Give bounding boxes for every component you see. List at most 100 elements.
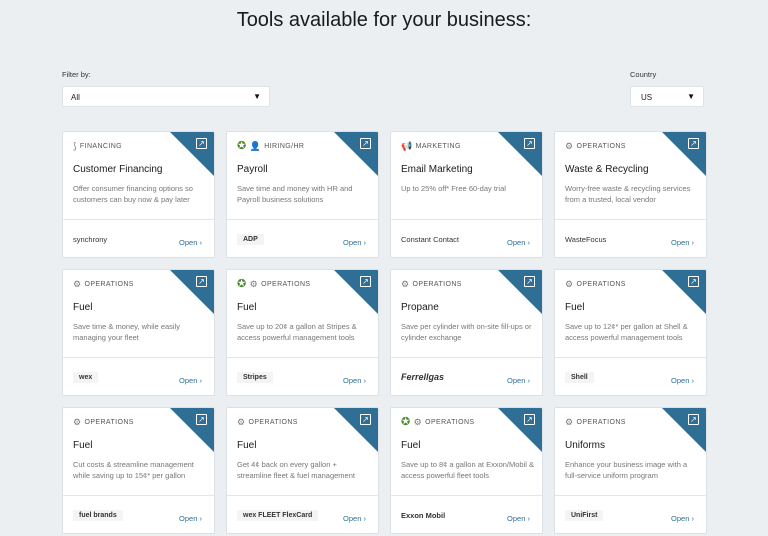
- external-link-icon[interactable]: ↗: [524, 276, 535, 287]
- gears-icon: ⚙: [565, 417, 574, 427]
- card-description: Save up to 12¢* per gallon at Shell & ac…: [565, 322, 688, 342]
- card-title: Fuel: [565, 302, 585, 313]
- country-select[interactable]: US ▼: [630, 86, 704, 107]
- card-category: MARKETING: [415, 142, 461, 150]
- vendor-logo: wex FLEET FlexCard: [237, 504, 319, 526]
- external-link-icon[interactable]: ↗: [688, 138, 699, 149]
- open-link[interactable]: Open ›: [671, 514, 694, 523]
- card-description: Cut costs & streamline management while …: [73, 460, 194, 480]
- external-link-icon[interactable]: ↗: [196, 138, 207, 149]
- card-category: OPERATIONS: [248, 418, 298, 426]
- page-title: Tools available for your business:: [236, 9, 532, 31]
- card-title: Fuel: [237, 440, 257, 451]
- gears-icon: ⚙: [237, 417, 246, 427]
- card-corner: [170, 132, 214, 176]
- tool-card[interactable]: ↗ ⚙ OPERATIONS Fuel Save up to 12¢* per g…: [554, 269, 707, 396]
- gears-icon: ⚙: [413, 417, 423, 427]
- card-corner: [662, 408, 706, 452]
- external-link-icon[interactable]: ↗: [688, 414, 699, 425]
- external-link-icon[interactable]: ↗: [688, 276, 699, 287]
- card-title: Fuel: [73, 302, 93, 313]
- person-add-icon: 👤: [249, 141, 262, 151]
- external-link-icon[interactable]: ↗: [524, 138, 535, 149]
- card-category: OPERATIONS: [84, 418, 134, 426]
- gears-icon: ⚙: [249, 279, 259, 289]
- card-description: Up to 25% off* Free 60-day trial: [401, 184, 506, 193]
- card-description: Offer consumer financing options so cust…: [73, 184, 193, 204]
- card-description: Save time & money, while easily managing…: [73, 322, 180, 342]
- gears-icon: ⚙: [73, 279, 82, 289]
- caret-down-icon: ▼: [253, 92, 261, 101]
- filter-label: Filter by:: [62, 70, 91, 79]
- card-category: OPERATIONS: [576, 280, 626, 288]
- vendor-logo: Shell: [565, 366, 594, 388]
- card-corner: [170, 270, 214, 314]
- card-title: Fuel: [401, 440, 421, 451]
- award-icon: ✪: [237, 278, 247, 290]
- open-link[interactable]: Open ›: [343, 376, 366, 385]
- tool-card[interactable]: ↗ ✪ ⚙ OPERATIONS Fuel Save up to 20¢ a gal…: [226, 269, 379, 396]
- hand-coin-icon: ⟆: [73, 141, 77, 151]
- external-link-icon[interactable]: ↗: [196, 276, 207, 287]
- gears-icon: ⚙: [565, 279, 574, 289]
- filter-select[interactable]: All ▼: [62, 86, 270, 107]
- tool-card[interactable]: ↗ ✪ ⚙ OPERATIONS Fuel Save up to 8¢ a gall…: [390, 407, 543, 534]
- open-link[interactable]: Open ›: [179, 238, 202, 247]
- card-title: Fuel: [237, 302, 257, 313]
- tool-card[interactable]: ↗ ⚙ OPERATIONS Fuel Get 4¢ back on every …: [226, 407, 379, 534]
- external-link-icon[interactable]: ↗: [360, 276, 371, 287]
- card-title: Uniforms: [565, 440, 606, 451]
- tool-card[interactable]: ↗ ⟆ FINANCING Customer Financing Offer co…: [62, 131, 215, 258]
- open-link[interactable]: Open ›: [179, 376, 202, 385]
- open-link[interactable]: Open ›: [671, 376, 694, 385]
- card-title: Customer Financing: [73, 164, 163, 175]
- tool-card[interactable]: ↗ ⚙ OPERATIONS Fuel Save time & money, wh…: [62, 269, 215, 396]
- tool-card[interactable]: ↗ ✪ 👤 HIRING/HR Payroll Save time and mone…: [226, 131, 379, 258]
- card-title: Waste & Recycling: [565, 164, 649, 175]
- vendor-logo: Ferrellgas: [401, 372, 445, 382]
- tool-card[interactable]: ↗ ⚙ OPERATIONS Propane Save per cylinder …: [390, 269, 543, 396]
- card-corner: [498, 132, 542, 176]
- open-link[interactable]: Open ›: [507, 376, 530, 385]
- vendor-logo: UniFirst: [565, 504, 604, 526]
- card-corner: [334, 132, 378, 176]
- card-corner: [498, 408, 542, 452]
- gears-icon: ⚙: [73, 417, 82, 427]
- card-category: OPERATIONS: [576, 418, 626, 426]
- card-category: FINANCING: [79, 142, 123, 150]
- external-link-icon[interactable]: ↗: [360, 138, 371, 149]
- external-link-icon[interactable]: ↗: [524, 414, 535, 425]
- open-link[interactable]: Open ›: [507, 514, 530, 523]
- country-label: Country: [630, 70, 657, 79]
- card-corner: [170, 408, 214, 452]
- card-corner: [662, 270, 706, 314]
- card-description: Get 4¢ back on every gallon + streamline…: [237, 460, 355, 480]
- vendor-logo: fuel brands: [73, 504, 123, 526]
- card-description: Save per cylinder with on-site fill-ups …: [401, 322, 532, 342]
- open-link[interactable]: Open ›: [179, 514, 202, 523]
- megaphone-icon: 📢: [401, 141, 413, 151]
- card-category: OPERATIONS: [84, 280, 134, 288]
- card-category: OPERATIONS: [425, 418, 475, 426]
- tool-card[interactable]: ↗ 📢 MARKETING Email Marketing Up to 25% o…: [390, 131, 543, 258]
- card-category: HIRING/HR: [264, 142, 305, 150]
- open-link[interactable]: Open ›: [507, 238, 530, 247]
- gears-icon: ⚙: [565, 141, 574, 151]
- tool-card[interactable]: ↗ ⚙ OPERATIONS Waste & Recycling Worry-fr…: [554, 131, 707, 258]
- open-link[interactable]: Open ›: [671, 238, 694, 247]
- card-category: OPERATIONS: [261, 280, 311, 288]
- vendor-logo: WasteFocus: [565, 234, 607, 244]
- award-icon: ✪: [401, 416, 411, 428]
- card-description: Enhance your business image with a full-…: [565, 460, 688, 480]
- external-link-icon[interactable]: ↗: [196, 414, 207, 425]
- card-title: Fuel: [73, 440, 93, 451]
- open-link[interactable]: Open ›: [343, 514, 366, 523]
- tool-card[interactable]: ↗ ⚙ OPERATIONS Uniforms Enhance your busi…: [554, 407, 707, 534]
- vendor-logo: Exxon Mobil: [401, 510, 446, 520]
- open-link[interactable]: Open ›: [343, 238, 366, 247]
- tool-card[interactable]: ↗ ⚙ OPERATIONS Fuel Cut costs & streamlin…: [62, 407, 215, 534]
- card-corner: [498, 270, 542, 314]
- external-link-icon[interactable]: ↗: [360, 414, 371, 425]
- card-corner: [334, 408, 378, 452]
- card-description: Save up to 8¢ a gallon at Exxon/Mobil & …: [401, 460, 535, 480]
